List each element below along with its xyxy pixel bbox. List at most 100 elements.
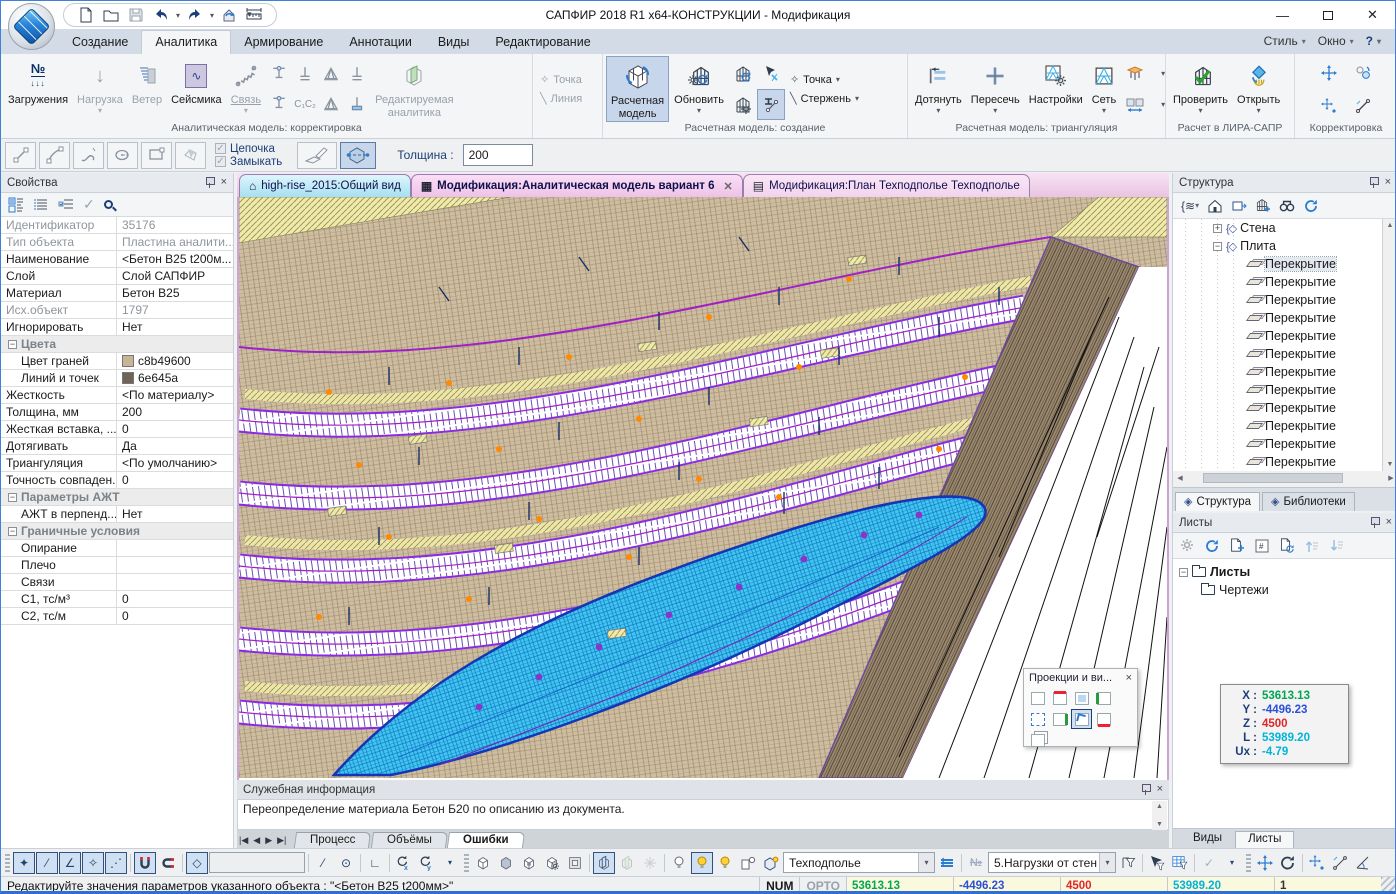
property-row[interactable]: −Исх.объект 1797	[1, 302, 233, 319]
angle-measure-button[interactable]	[1352, 852, 1374, 874]
structure-tree-item[interactable]: Перекрытие	[1173, 309, 1382, 327]
ribbon-tab[interactable]: Аннотации	[336, 31, 424, 54]
storey-list-button[interactable]	[936, 852, 958, 874]
property-row[interactable]: −Плечо	[1, 557, 233, 574]
panel-tab[interactable]: Виды	[1181, 831, 1234, 848]
new-sheet-button[interactable]	[1229, 538, 1245, 554]
property-row[interactable]: −Жесткая вставка, ... 0	[1, 421, 233, 438]
view-bottom-button[interactable]	[1093, 709, 1114, 729]
property-row[interactable]: −Параметры АЖТ	[1, 489, 233, 506]
close-icon[interactable]: ×	[1157, 784, 1163, 795]
coordinate-field[interactable]: -4496.23	[953, 877, 1060, 894]
load-button[interactable]: ↓ Нагрузка▾	[73, 56, 127, 122]
structure-tree-item[interactable]: + Стена	[1173, 219, 1382, 237]
orbit-button[interactable]	[1277, 852, 1299, 874]
window-menu[interactable]: Окно▾	[1314, 34, 1358, 48]
property-row[interactable]: −Материал Бетон B25	[1, 285, 233, 302]
ribbon-tab[interactable]: Армирование	[231, 31, 336, 54]
view-iso-button[interactable]	[1027, 688, 1048, 708]
open-in-lira-button[interactable]: Открыть▾	[1233, 56, 1284, 122]
structure-tree-item[interactable]: − Плита	[1173, 237, 1382, 255]
light-on-button[interactable]	[691, 852, 713, 874]
analytic-model-button[interactable]: Расчетнаямодель	[606, 56, 669, 122]
measure-line-button[interactable]	[1329, 852, 1351, 874]
edit-bar-section-button[interactable]	[757, 89, 785, 120]
pan-button[interactable]	[1254, 852, 1276, 874]
edit-poly-tool[interactable]	[175, 142, 206, 169]
scroll-up-icon[interactable]: ▲	[1156, 803, 1163, 810]
selection-filter-button[interactable]	[1146, 852, 1168, 874]
refresh-sheets-button[interactable]	[1204, 538, 1220, 554]
structure-tree-item[interactable]: Перекрытие	[1173, 291, 1382, 309]
plate-area-button[interactable]	[1121, 58, 1149, 89]
filter-tree-button[interactable]: {≋▾	[1181, 199, 1199, 213]
structure-tree-item[interactable]: Перекрытие	[1173, 273, 1382, 291]
pin-icon[interactable]	[205, 177, 214, 188]
structure-tree-item[interactable]: Перекрытие	[1173, 255, 1382, 273]
minimize-button[interactable]: —	[1260, 1, 1305, 29]
tree-expander[interactable]: −	[1179, 568, 1188, 577]
add-to-model-button[interactable]	[1255, 198, 1271, 214]
property-row[interactable]: −Толщина, мм 200	[1, 404, 233, 421]
draw-ellipse-tool[interactable]	[107, 142, 138, 169]
rotate-cs-x-button[interactable]: x	[393, 852, 415, 874]
display-textured-button[interactable]	[518, 852, 540, 874]
property-row[interactable]: −C2, тс/м 0	[1, 608, 233, 625]
apply-button[interactable]: ✓	[83, 196, 95, 213]
snap-segment-button[interactable]: ⋰	[105, 852, 127, 874]
coordinate-field[interactable]: 1	[1274, 877, 1381, 894]
group-expander[interactable]: −	[8, 493, 17, 502]
property-row[interactable]: −Слой Слой САПФИР	[1, 268, 233, 285]
move-node-button[interactable]	[1312, 56, 1346, 89]
panel-tab[interactable]: Листы	[1235, 831, 1294, 848]
property-row[interactable]: −Дотягивать Да	[1, 438, 233, 455]
info-tab[interactable]: Ошибки	[447, 832, 525, 848]
search-icon[interactable]	[104, 200, 113, 209]
model-viewport[interactable]: Проекции и ви... ×	[237, 197, 1169, 780]
stiffness-c1c2-button[interactable]: C₁C₂	[292, 89, 318, 119]
support-vertical-button[interactable]	[344, 59, 370, 89]
tree-expander[interactable]: −	[1213, 242, 1222, 251]
pin-icon[interactable]	[1370, 517, 1379, 528]
close-icon[interactable]: ×	[1385, 177, 1391, 188]
property-row[interactable]: −Жесткость <По материалу>	[1, 387, 233, 404]
update-selected-button[interactable]	[729, 58, 757, 89]
triangulation-settings-button[interactable]: Настройки	[1025, 56, 1087, 122]
storey-select[interactable]: Техподполье▾	[783, 852, 935, 873]
seismic-button[interactable]: ∿ Сейсмика	[167, 56, 226, 122]
chain-checkbox[interactable]: ✓Цепочка	[215, 143, 282, 155]
property-row[interactable]: −Наименование <Бетон B25 t200м...	[1, 251, 233, 268]
view-fit-button[interactable]	[1027, 709, 1048, 729]
sketch-mode-button[interactable]	[297, 142, 337, 169]
pin-icon[interactable]	[1141, 784, 1150, 795]
more-cs-chevron[interactable]: ▾	[439, 852, 461, 874]
light-default-button[interactable]	[668, 852, 690, 874]
property-row[interactable]: −Цвет граней c8b49600	[1, 353, 233, 370]
draw-arc-tool[interactable]	[39, 142, 70, 169]
tab-nav-buttons[interactable]: |◀◀▶▶|	[239, 832, 286, 848]
workplane-snap-button[interactable]: ◇	[186, 852, 208, 874]
property-row[interactable]: −Граничные условия	[1, 523, 233, 540]
resize-grip[interactable]	[1381, 877, 1395, 894]
structure-tree-item[interactable]: Перекрытие	[1173, 363, 1382, 381]
pin-icon[interactable]	[1369, 177, 1378, 188]
property-row[interactable]: −C1, тс/м³ 0	[1, 591, 233, 608]
structure-tree-item[interactable]: Перекрытие	[1173, 399, 1382, 417]
sync-selection-button[interactable]	[1231, 198, 1247, 214]
support-fixed-button[interactable]	[266, 89, 292, 119]
light-object-button[interactable]	[737, 852, 759, 874]
display-shaded-button[interactable]	[495, 852, 517, 874]
checked-list-button[interactable]	[58, 197, 74, 213]
editable-analytics-button[interactable]: Редактируемаяаналитика	[371, 56, 458, 122]
service-info-log[interactable]: Переопределение материала Бетон Б20 по о…	[237, 799, 1169, 830]
home-node-button[interactable]	[1207, 198, 1223, 214]
group-expander[interactable]: −	[8, 340, 17, 349]
coordinate-field[interactable]: 4500	[1060, 877, 1167, 894]
property-row[interactable]: −Игнорировать Нет	[1, 319, 233, 336]
view-two-windows-button[interactable]	[1027, 730, 1048, 750]
display-box-button[interactable]	[564, 852, 586, 874]
close-tab-icon[interactable]: ✕	[724, 180, 733, 193]
list-view-button[interactable]	[33, 197, 49, 213]
close-button[interactable]: ✕	[1350, 1, 1395, 29]
toolbar-grip[interactable]	[5, 854, 10, 872]
